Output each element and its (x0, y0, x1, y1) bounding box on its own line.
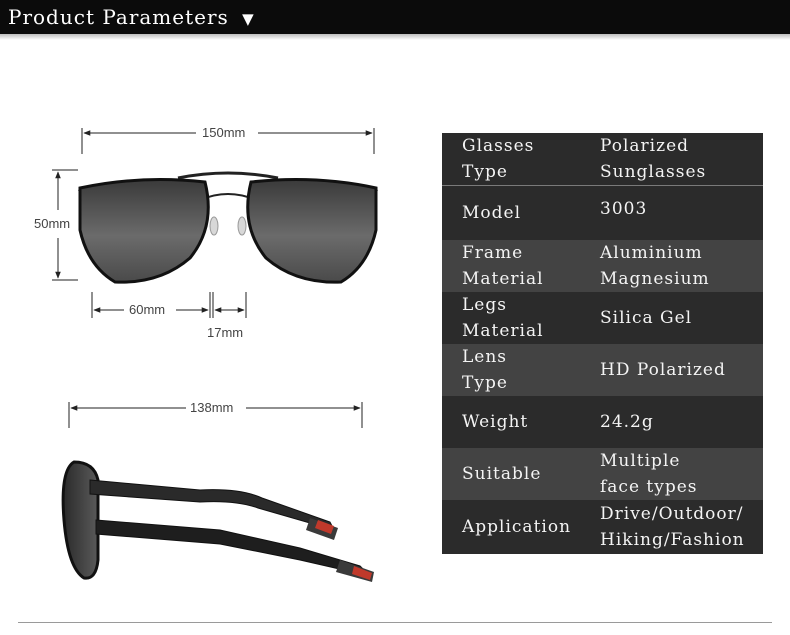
spec-value: Silica Gel (600, 307, 693, 328)
spec-label: Lens Type (462, 346, 508, 393)
footer-divider (18, 622, 772, 623)
spec-value: Polarized Sunglasses (600, 136, 707, 182)
temple-length-label: 138mm (190, 400, 234, 415)
spec-row-lens-type: Lens Type HD Polarized (442, 343, 763, 396)
glasses-side-illustration (61, 460, 374, 582)
spec-row-legs-material: Legs Material Silica Gel (442, 291, 763, 344)
spec-label: Application (462, 516, 572, 537)
spec-label: Suitable (462, 463, 542, 484)
spec-value: HD Polarized (600, 359, 726, 380)
spec-label: Frame Material (462, 242, 544, 289)
spec-value: 3003 (600, 185, 763, 240)
spec-label: Glasses Type (462, 136, 535, 182)
spec-label: Weight (462, 411, 529, 432)
spec-value: Drive/Outdoor/ Hiking/Fashion (600, 503, 745, 550)
side-view-diagram (61, 402, 374, 582)
spec-label: Model (442, 185, 600, 240)
spec-table: Glasses Type Polarized Sunglasses Model … (442, 133, 763, 554)
spec-row-application: Application Drive/Outdoor/ Hiking/Fashio… (442, 499, 763, 554)
spec-value: Multiple face types (600, 450, 698, 497)
spec-value: Aluminium Magnesium (600, 242, 710, 289)
spec-row-glasses-type: Glasses Type Polarized Sunglasses (442, 133, 763, 186)
spec-row-suitable: Suitable Multiple face types (442, 447, 763, 500)
spec-row-frame-material: Frame Material Aluminium Magnesium (442, 239, 763, 292)
spec-row-model: Model 3003 (442, 185, 763, 240)
spec-value: 24.2g (600, 411, 654, 432)
spec-row-weight: Weight 24.2g (442, 395, 763, 448)
spec-label: Legs Material (462, 294, 544, 341)
